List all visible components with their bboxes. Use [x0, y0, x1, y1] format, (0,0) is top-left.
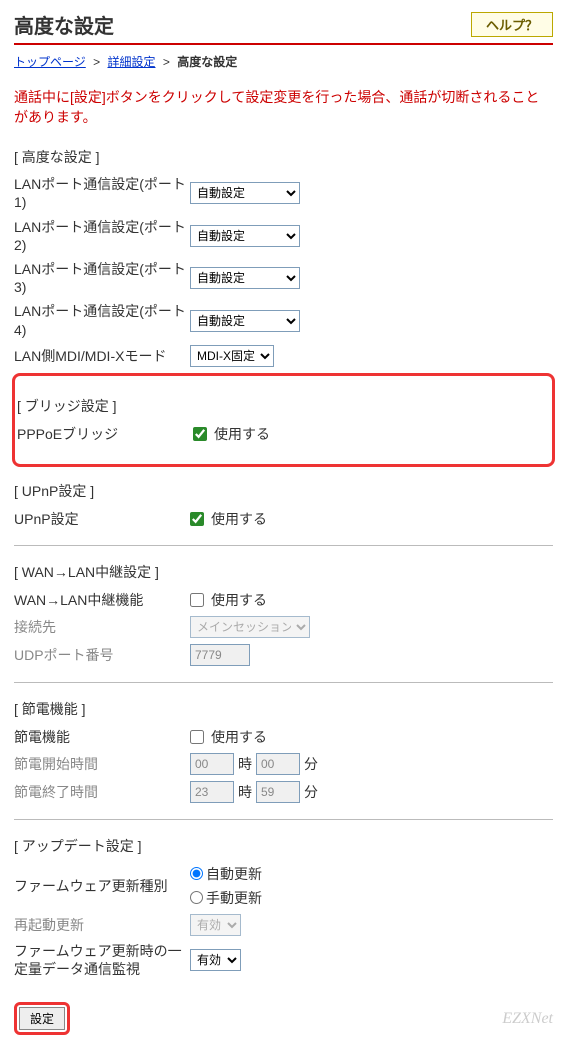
lan-port3-select[interactable]: 自動設定 — [190, 267, 300, 289]
monitor-label: ファームウェア更新時の一定量データ通信監視 — [14, 942, 190, 978]
mm-unit: 分 — [304, 754, 318, 774]
power-end-hh — [190, 781, 234, 803]
fw-manual-label: 手動更新 — [206, 888, 262, 908]
pppoe-use-label: 使用する — [214, 424, 270, 444]
warning-text: 通話中に[設定]ボタンをクリックして設定変更を行った場合、通話が切断されることが… — [14, 88, 553, 127]
upnp-use-label: 使用する — [211, 509, 267, 529]
submit-highlight: 設定 — [14, 1002, 70, 1035]
lan-port3-label: LANポート通信設定(ポート3) — [14, 260, 190, 296]
lan-port2-label: LANポート通信設定(ポート2) — [14, 218, 190, 254]
relay-udp-label: UDPポート番号 — [14, 646, 190, 664]
section-relay: [ WAN→LAN中継設定 ] — [14, 562, 553, 582]
breadcrumb-top[interactable]: トップページ — [14, 55, 86, 69]
divider — [14, 819, 553, 820]
lan-port1-select[interactable]: 自動設定 — [190, 182, 300, 204]
power-start-hh — [190, 753, 234, 775]
breadcrumb-current: 高度な設定 — [177, 55, 237, 69]
divider — [14, 682, 553, 683]
hh-unit: 時 — [238, 754, 252, 774]
section-advanced: [ 高度な設定 ] — [14, 147, 553, 167]
fw-type-label: ファームウェア更新種別 — [14, 877, 190, 895]
upnp-checkbox[interactable] — [190, 512, 204, 526]
watermark: EZXNet — [502, 1010, 553, 1028]
mm-unit: 分 — [304, 782, 318, 802]
reboot-label: 再起動更新 — [14, 916, 190, 934]
relay-use-label: 使用する — [211, 590, 267, 610]
breadcrumb-sep: > — [163, 55, 170, 69]
section-update: [ アップデート設定 ] — [14, 836, 553, 856]
section-bridge: [ ブリッジ設定 ] — [17, 396, 550, 416]
reboot-select: 有効 — [190, 914, 241, 936]
section-power: [ 節電機能 ] — [14, 699, 553, 719]
hh-unit: 時 — [238, 782, 252, 802]
power-end-mm — [256, 781, 300, 803]
pppoe-checkbox[interactable] — [193, 427, 207, 441]
monitor-select[interactable]: 有効 — [190, 949, 241, 971]
mdi-select[interactable]: MDI-X固定 — [190, 345, 274, 367]
relay-udp-input — [190, 644, 250, 666]
power-start-mm — [256, 753, 300, 775]
breadcrumb: トップページ > 詳細設定 > 高度な設定 — [14, 53, 553, 70]
upnp-label: UPnP設定 — [14, 510, 190, 528]
lan-port4-select[interactable]: 自動設定 — [190, 310, 300, 332]
mdi-label: LAN側MDI/MDI-Xモード — [14, 347, 190, 365]
lan-port4-label: LANポート通信設定(ポート4) — [14, 302, 190, 338]
fw-auto-radio[interactable] — [190, 867, 203, 880]
power-start-label: 節電開始時間 — [14, 755, 190, 773]
divider — [14, 545, 553, 546]
fw-auto-label: 自動更新 — [206, 864, 262, 884]
section-upnp: [ UPnP設定 ] — [14, 481, 553, 501]
fw-manual-radio[interactable] — [190, 891, 203, 904]
relay-dest-label: 接続先 — [14, 618, 190, 636]
power-func-label: 節電機能 — [14, 728, 190, 746]
relay-checkbox[interactable] — [190, 593, 204, 607]
pppoe-label: PPPoEブリッジ — [17, 425, 193, 443]
help-button[interactable]: ヘルプ？ — [471, 12, 553, 37]
submit-button[interactable]: 設定 — [19, 1007, 65, 1030]
breadcrumb-sep: > — [93, 55, 100, 69]
power-checkbox[interactable] — [190, 730, 204, 744]
power-use-label: 使用する — [211, 727, 267, 747]
power-end-label: 節電終了時間 — [14, 783, 190, 801]
lan-port1-label: LANポート通信設定(ポート1) — [14, 175, 190, 211]
relay-func-label: WAN→LAN中継機能 — [14, 591, 190, 609]
relay-dest-select: メインセッション — [190, 616, 310, 638]
bridge-highlight: [ ブリッジ設定 ] PPPoEブリッジ 使用する — [12, 373, 555, 467]
page-title: 高度な設定 — [14, 10, 114, 39]
breadcrumb-detail[interactable]: 詳細設定 — [107, 55, 155, 69]
lan-port2-select[interactable]: 自動設定 — [190, 225, 300, 247]
